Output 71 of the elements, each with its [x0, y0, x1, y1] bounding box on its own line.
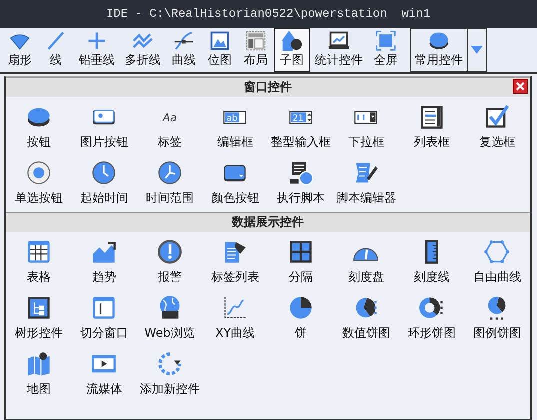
fullscreen-icon: [373, 30, 399, 52]
radio-icon: [26, 160, 52, 186]
control-label[interactable]: 饼: [294, 325, 307, 342]
toolbar-button[interactable]: 多折线: [120, 28, 166, 72]
control-label[interactable]: 脚本编辑器: [336, 190, 396, 207]
toolbar-button[interactable]: 位图: [202, 28, 238, 72]
window-split-icon: [91, 295, 118, 321]
dropdown-button[interactable]: 常用控件: [410, 28, 487, 72]
control-label[interactable]: XY曲线: [215, 325, 256, 342]
close-button[interactable]: [513, 79, 528, 94]
control-label[interactable]: 表格: [26, 269, 51, 286]
toolbar-button[interactable]: 统计控件: [310, 28, 368, 72]
polygon-icon: [484, 239, 510, 265]
window-title: IDE - C:\RealHistorian0522\powerstation win1: [106, 7, 431, 21]
control-label[interactable]: 下拉框: [348, 134, 384, 151]
xy-chart-icon: [222, 295, 248, 321]
toolbar-button[interactable]: 布局: [238, 28, 274, 72]
toolbar-button[interactable]: 线: [38, 28, 74, 72]
grid-icon: [288, 239, 314, 265]
font-icon: Aa: [156, 104, 183, 130]
control-label[interactable]: 标签列表: [211, 269, 260, 286]
toolbar-button[interactable]: 扇形: [2, 28, 38, 72]
caret-icon: [471, 46, 483, 54]
control-label[interactable]: 环形饼图: [408, 325, 456, 342]
control-label[interactable]: 时间范围: [146, 190, 194, 207]
refresh-dots-icon: [156, 351, 183, 377]
alert-icon: [156, 239, 183, 265]
donut-chart-icon: [418, 295, 445, 321]
control-label[interactable]: 起始时间: [80, 190, 128, 207]
control-label[interactable]: 报警: [158, 269, 182, 286]
map-icon: [26, 351, 52, 377]
section-title: 数据展示控件: [232, 214, 304, 231]
control-label[interactable]: 添加新控件: [140, 381, 200, 398]
control-label[interactable]: 趋势: [92, 269, 116, 286]
control-label[interactable]: 图片按钮: [80, 134, 128, 151]
clock-icon: [91, 160, 118, 186]
toolbar-button[interactable]: 铅垂线: [74, 28, 120, 72]
table-icon: [26, 239, 52, 265]
control-label[interactable]: 刻度盘: [348, 269, 384, 286]
shapes-icon: [279, 30, 305, 52]
control-label[interactable]: 按钮: [26, 134, 51, 151]
control-label[interactable]: 执行脚本: [276, 190, 325, 207]
clock-icon: [156, 160, 183, 186]
section-title: 窗口控件: [244, 79, 292, 96]
toolbar-button[interactable]: 全屏: [368, 28, 404, 72]
control-label[interactable]: 列表框: [414, 134, 450, 151]
control-label[interactable]: 树形控件: [14, 325, 63, 342]
control-label[interactable]: 自由曲线: [473, 269, 522, 286]
pie-chart-icon: [288, 295, 314, 321]
control-label[interactable]: 图例饼图: [473, 325, 522, 342]
control-label[interactable]: 刻度线: [414, 269, 450, 286]
control-label[interactable]: 流媒体: [86, 381, 122, 398]
control-label[interactable]: 切分窗口: [80, 325, 128, 342]
control-label[interactable]: 编辑框: [217, 134, 254, 151]
control-label[interactable]: 标签: [158, 134, 182, 151]
control-label[interactable]: 地图: [26, 381, 51, 398]
control-label[interactable]: 数值饼图: [342, 325, 390, 342]
list-box-icon: [418, 104, 445, 130]
script-clock-icon: [288, 160, 314, 186]
control-label[interactable]: 单选按钮: [14, 190, 63, 207]
toolbar-button[interactable]: 常用控件: [411, 29, 468, 71]
tree-icon: [26, 295, 52, 321]
close-icon: [516, 82, 525, 91]
control-label[interactable]: 颜色按钮: [211, 190, 260, 207]
control-label[interactable]: Web浏览: [144, 325, 195, 342]
toolbar-button[interactable]: 曲线: [166, 28, 202, 72]
control-label[interactable]: 分隔: [288, 269, 313, 286]
control-label[interactable]: 整型输入框: [270, 134, 331, 151]
checkbox-icon: [484, 104, 510, 130]
toolbar-button[interactable]: 子图: [274, 28, 310, 72]
control-label[interactable]: 复选框: [479, 134, 516, 151]
